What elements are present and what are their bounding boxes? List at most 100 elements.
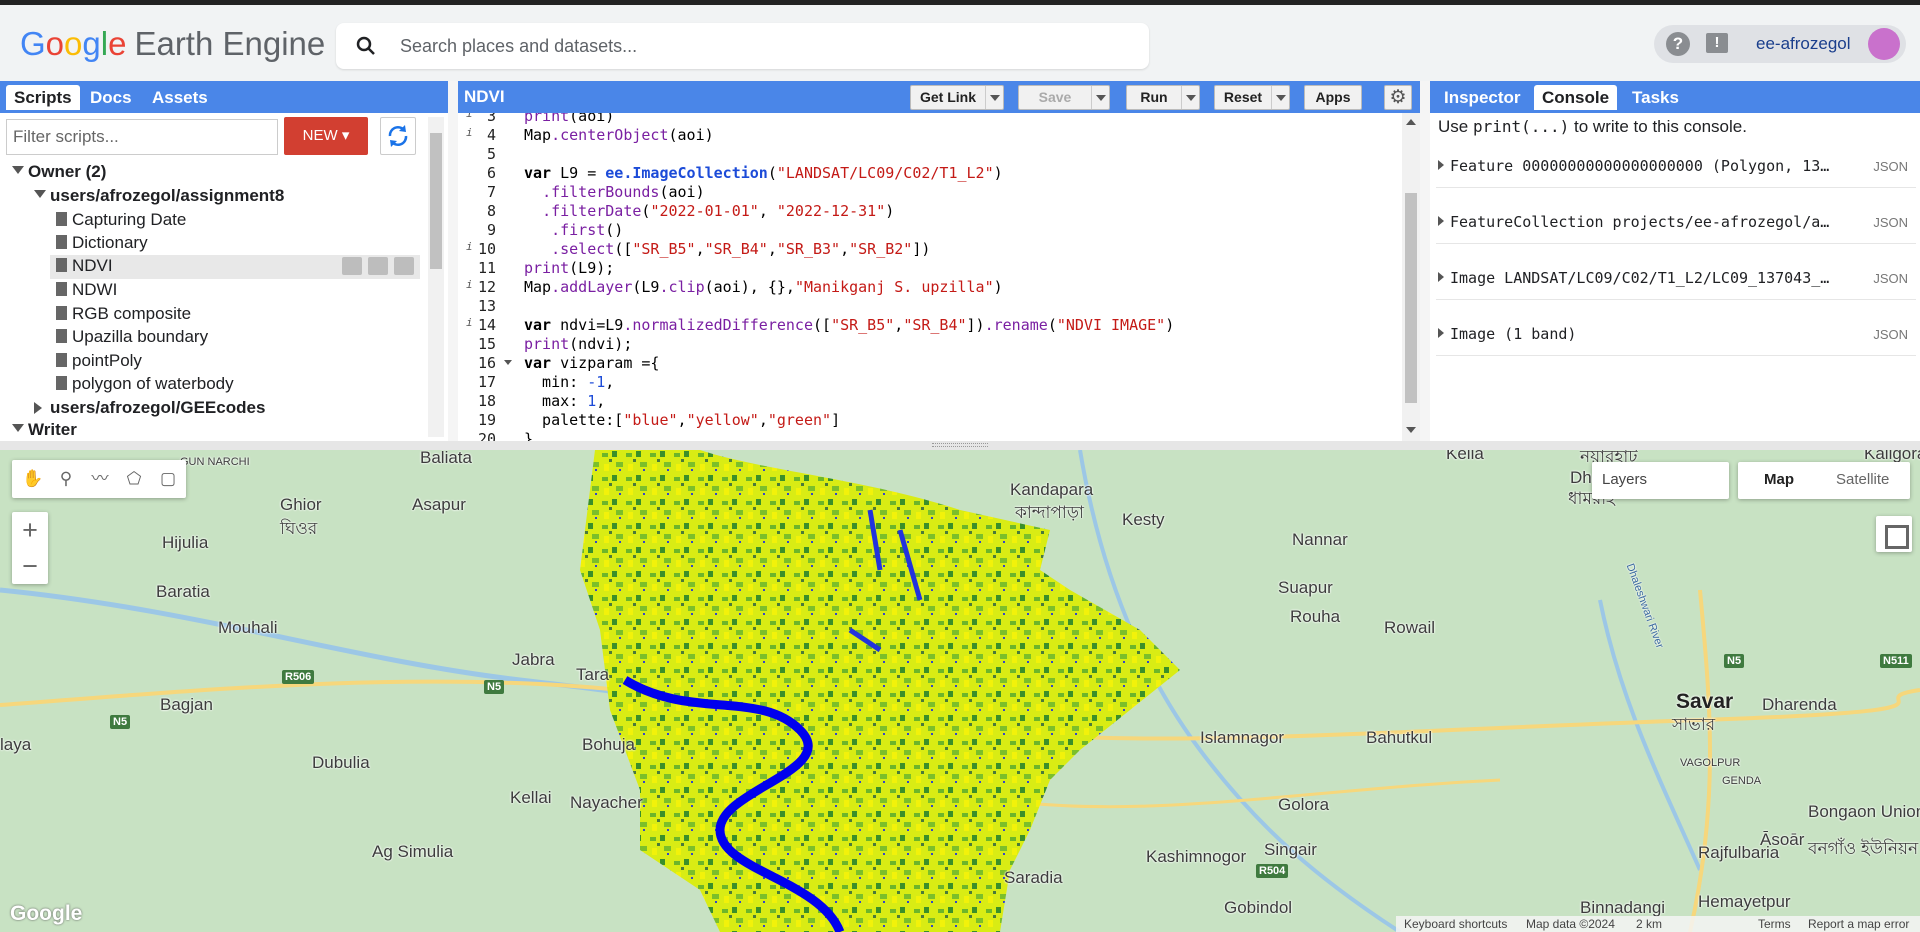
code-line[interactable]: .select(["SR_B5","SR_B4","SR_B3","SR_B2"… xyxy=(524,240,930,259)
chevron-down-icon[interactable] xyxy=(12,166,24,174)
info-icon[interactable]: i xyxy=(466,278,473,291)
help-icon[interactable]: ? xyxy=(1666,32,1690,56)
expand-arrow-icon[interactable] xyxy=(1438,160,1444,170)
tree-folder[interactable]: Writer xyxy=(0,419,420,437)
code-line[interactable]: .first() xyxy=(524,221,623,240)
chevron-down-icon[interactable] xyxy=(12,424,24,432)
tree-file[interactable]: NDVI xyxy=(50,255,420,279)
scroll-down-arrow-icon[interactable] xyxy=(1406,427,1416,433)
tree-file[interactable]: NDWI xyxy=(50,279,420,303)
zoom-out-button[interactable]: − xyxy=(12,548,48,584)
google-earth-engine-logo[interactable]: Google Earth Engine xyxy=(20,25,325,63)
chevron-down-icon[interactable] xyxy=(1271,86,1289,109)
tree-folder[interactable]: users/afrozegol/assignment8 xyxy=(0,185,420,209)
map-view[interactable]: Baliata GUN NARCHI Ghior ঘিওর Asapur Hijulia B… xyxy=(0,450,1920,932)
tree-file[interactable]: Upazilla boundary xyxy=(50,326,420,350)
editor-scrollbar[interactable] xyxy=(1402,113,1420,441)
code-line[interactable]: Map.centerObject(aoi) xyxy=(524,126,714,145)
tree-file[interactable]: polygon of waterbody xyxy=(50,373,420,397)
code-line[interactable]: max: 1, xyxy=(524,392,605,411)
code-line[interactable]: min: -1, xyxy=(524,373,614,392)
code-line[interactable]: print(aoi) xyxy=(524,113,614,126)
marker-icon[interactable]: ⚲ xyxy=(56,469,76,489)
delete-icon[interactable] xyxy=(394,257,414,275)
tab-inspector[interactable]: Inspector xyxy=(1436,85,1529,110)
username[interactable]: ee-afrozegol xyxy=(1756,34,1851,54)
search-box[interactable] xyxy=(336,23,1149,69)
json-tag[interactable]: JSON xyxy=(1873,327,1908,342)
expand-arrow-icon[interactable] xyxy=(1438,216,1444,226)
map-splitter[interactable] xyxy=(0,441,1920,450)
keyboard-shortcuts-link[interactable]: Keyboard shortcuts xyxy=(1404,917,1507,931)
chevron-down-icon[interactable] xyxy=(1091,86,1109,109)
code-line[interactable]: print(ndvi); xyxy=(524,335,632,354)
get-link-button[interactable]: Get Link xyxy=(910,85,1004,110)
polygon-icon[interactable]: ⬠ xyxy=(124,469,144,489)
tab-tasks[interactable]: Tasks xyxy=(1624,85,1687,110)
new-button[interactable]: NEW ▾ xyxy=(284,117,368,155)
code-line[interactable]: var L9 = ee.ImageCollection("LANDSAT/LC0… xyxy=(524,164,1003,183)
code-line[interactable]: .filterDate("2022-01-01", "2022-12-31") xyxy=(524,202,894,221)
scroll-up-arrow-icon[interactable] xyxy=(1406,119,1416,125)
console-entry[interactable]: Image (1 band) JSON xyxy=(1436,310,1916,356)
tree-file[interactable]: Capturing Date xyxy=(50,209,420,233)
apps-button[interactable]: Apps xyxy=(1304,85,1362,110)
console-entry[interactable]: Image LANDSAT/LC09/C02/T1_L2/LC09_137043… xyxy=(1436,254,1916,300)
run-button[interactable]: Run xyxy=(1126,85,1200,110)
json-tag[interactable]: JSON xyxy=(1873,159,1908,174)
chevron-down-icon[interactable] xyxy=(34,190,46,198)
fold-icon[interactable] xyxy=(504,360,512,365)
scrollbar-thumb[interactable] xyxy=(1405,193,1417,403)
info-icon[interactable]: i xyxy=(466,240,473,253)
tree-folder[interactable]: Owner (2) xyxy=(0,161,420,185)
edit-icon[interactable] xyxy=(368,257,388,275)
map-type-satellite[interactable]: Satellite xyxy=(1836,471,1889,488)
info-icon[interactable]: i xyxy=(466,126,473,139)
tree-file[interactable]: pointPoly xyxy=(50,350,420,374)
code-line[interactable]: var ndvi=L9.normalizedDifference(["SR_B5… xyxy=(524,316,1174,335)
refresh-button[interactable] xyxy=(380,117,416,155)
left-splitter[interactable] xyxy=(448,81,458,441)
tab-assets[interactable]: Assets xyxy=(144,85,216,110)
code-line[interactable]: var vizparam ={ xyxy=(524,354,659,373)
code-line[interactable]: print(L9); xyxy=(524,259,614,278)
report-error-link[interactable]: Report a map error xyxy=(1808,917,1909,931)
right-splitter[interactable] xyxy=(1420,81,1430,441)
tree-file[interactable]: Dictionary xyxy=(50,232,420,256)
terms-link[interactable]: Terms xyxy=(1758,917,1791,931)
avatar[interactable] xyxy=(1868,28,1900,60)
scripts-scrollbar[interactable] xyxy=(428,117,444,437)
chevron-down-icon[interactable] xyxy=(1181,86,1199,109)
tree-file[interactable]: RGB composite xyxy=(50,303,420,327)
zoom-in-button[interactable]: + xyxy=(12,512,48,548)
tree-folder[interactable]: users/afrozegol/GEEcodes xyxy=(0,397,420,421)
json-tag[interactable]: JSON xyxy=(1873,271,1908,286)
chevron-down-icon[interactable] xyxy=(985,86,1003,109)
reset-button[interactable]: Reset xyxy=(1214,85,1290,110)
console-entry[interactable]: FeatureCollection projects/ee-afrozegol/… xyxy=(1436,198,1916,244)
console-entry[interactable]: Feature 00000000000000000000 (Polygon, 1… xyxy=(1436,142,1916,188)
tab-docs[interactable]: Docs xyxy=(82,85,140,110)
code-area[interactable]: i 3 i 4 5 6 7 8 9 i 10 11 i 12 13 i 14 15 16 17 18 19 20 print(… xyxy=(458,113,1402,441)
layers-button[interactable]: Layers xyxy=(1592,462,1729,499)
expand-arrow-icon[interactable] xyxy=(1438,328,1444,338)
info-icon[interactable]: i xyxy=(466,316,473,329)
code-line[interactable]: .filterBounds(aoi) xyxy=(524,183,705,202)
fullscreen-icon[interactable] xyxy=(1876,516,1912,552)
info-icon[interactable]: i xyxy=(466,113,473,120)
scrollbar-thumb[interactable] xyxy=(430,133,442,269)
json-tag[interactable]: JSON xyxy=(1873,215,1908,230)
splitter-grip[interactable] xyxy=(932,443,988,447)
code-line[interactable]: palette:["blue","yellow","green"] xyxy=(524,411,840,430)
expand-arrow-icon[interactable] xyxy=(1438,272,1444,282)
code-line[interactable]: } xyxy=(524,430,533,441)
gear-icon[interactable]: ⚙ xyxy=(1384,85,1412,110)
line-icon[interactable]: 〰 xyxy=(90,469,110,489)
search-input[interactable] xyxy=(400,33,1120,59)
code-line[interactable]: Map.addLayer(L9.clip(aoi), {},"Manikganj… xyxy=(524,278,1003,297)
hand-icon[interactable]: ✋ xyxy=(22,469,43,489)
save-button[interactable]: Save xyxy=(1018,85,1110,110)
filter-scripts-input[interactable] xyxy=(6,119,278,155)
feedback-icon[interactable]: ! xyxy=(1706,33,1728,53)
history-icon[interactable] xyxy=(342,257,362,275)
